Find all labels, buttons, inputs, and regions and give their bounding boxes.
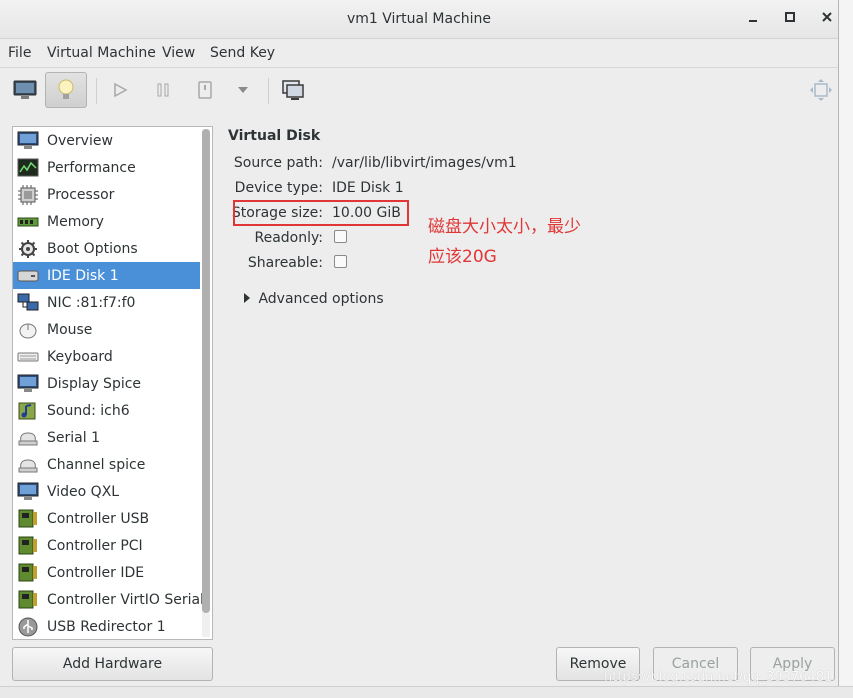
mouse-icon: [17, 319, 39, 341]
console-icon: [13, 80, 37, 99]
monitor-icon: [17, 130, 39, 152]
toolbar-separator: [96, 78, 97, 104]
details-lightbulb-icon: [58, 79, 74, 99]
shareable-label: Shareable:: [247, 255, 323, 271]
serial-icon: [17, 427, 39, 449]
readonly-label: Readonly:: [254, 230, 324, 246]
console-button[interactable]: [4, 72, 46, 108]
sidebar-item-channel-spice[interactable]: Channel spice: [13, 451, 200, 478]
device-type-value: IDE Disk 1: [332, 180, 404, 196]
hardware-list[interactable]: Overview Performance Processor Memory Bo…: [12, 126, 213, 640]
keyboard-icon: [17, 346, 39, 368]
sidebar-item-serial-1[interactable]: Serial 1: [13, 424, 200, 451]
sidebar-item-controller-ide[interactable]: Controller IDE: [13, 559, 200, 586]
toolbar-separator: [268, 78, 269, 104]
watermark: https://blog.csdn.net/qq_39376481: [604, 670, 833, 685]
sidebar-item-controller-pci[interactable]: Controller PCI: [13, 532, 200, 559]
sidebar-item-processor[interactable]: Processor: [13, 181, 200, 208]
annotation-line-1: 磁盘大小太小，最少: [428, 217, 581, 237]
performance-graph-icon: [17, 157, 39, 179]
sidebar-scrollbar[interactable]: [202, 129, 210, 613]
title-bar: vm1 Virtual Machine: [0, 0, 838, 39]
monitor-icon: [17, 373, 39, 395]
readonly-checkbox[interactable]: [334, 230, 347, 243]
source-path-value: /var/lib/libvirt/images/vm1: [332, 155, 517, 171]
sidebar-item-controller-virtio-serial[interactable]: Controller VirtIO Serial: [13, 586, 204, 613]
snapshots-button[interactable]: [272, 72, 314, 108]
controller-card-icon: [17, 535, 39, 557]
dropdown-icon: [238, 87, 248, 93]
annotation-line-2: 应该20G: [428, 247, 497, 267]
device-type-label: Device type:: [234, 180, 323, 196]
sidebar-item-ide-disk-1[interactable]: IDE Disk 1: [13, 262, 200, 289]
add-hardware-button[interactable]: Add Hardware: [12, 647, 213, 681]
toolbar: [0, 68, 838, 114]
controller-card-icon: [17, 589, 39, 611]
annotation-note: 磁盘大小太小，最少 应该20G: [428, 212, 628, 272]
monitor-icon: [17, 481, 39, 503]
sidebar-item-sound[interactable]: Sound: ich6: [13, 397, 200, 424]
minimize-icon[interactable]: [743, 9, 763, 29]
fullscreen-icon: [810, 79, 832, 101]
menu-file[interactable]: File: [8, 45, 31, 61]
sidebar-item-nic[interactable]: NIC :81:f7:f0: [13, 289, 200, 316]
run-icon: [114, 82, 128, 98]
sidebar-item-video-qxl[interactable]: Video QXL: [13, 478, 200, 505]
advanced-options-expander[interactable]: Advanced options: [244, 291, 384, 307]
shutdown-dropdown-button[interactable]: [222, 72, 264, 108]
maximize-icon[interactable]: [780, 9, 800, 29]
cpu-icon: [17, 184, 39, 206]
close-icon[interactable]: [817, 9, 837, 29]
sidebar-item-keyboard[interactable]: Keyboard: [13, 343, 200, 370]
sidebar-item-mouse[interactable]: Mouse: [13, 316, 200, 343]
sidebar-item-boot-options[interactable]: Boot Options: [13, 235, 200, 262]
fullscreen-button[interactable]: [800, 72, 842, 108]
sound-icon: [17, 400, 39, 422]
background-window-edge: [839, 0, 853, 697]
sidebar-item-overview[interactable]: Overview: [13, 127, 200, 154]
menu-virtual-machine[interactable]: Virtual Machine: [47, 45, 156, 61]
chevron-right-icon: [244, 291, 254, 307]
vm-details-window: vm1 Virtual Machine File Virtual Machine…: [0, 0, 839, 697]
disk-details-panel: Virtual Disk Source path: /var/lib/libvi…: [214, 118, 838, 646]
shutdown-button[interactable]: [184, 72, 226, 108]
run-button[interactable]: [99, 72, 141, 108]
usb-icon: [17, 616, 39, 638]
advanced-options-label: Advanced options: [258, 291, 384, 307]
menu-view[interactable]: View: [162, 45, 195, 61]
network-icon: [17, 292, 39, 314]
shareable-checkbox[interactable]: [334, 255, 347, 268]
sidebar-item-memory[interactable]: Memory: [13, 208, 200, 235]
sidebar-item-controller-usb[interactable]: Controller USB: [13, 505, 200, 532]
controller-card-icon: [17, 562, 39, 584]
section-title: Virtual Disk: [228, 128, 321, 144]
shutdown-icon: [198, 81, 212, 99]
snapshots-icon: [282, 80, 304, 100]
source-path-label: Source path:: [233, 155, 323, 171]
memory-icon: [17, 211, 39, 233]
background-terminal-edge: [0, 686, 853, 698]
storage-size-highlight-box: [233, 200, 409, 226]
menu-send-key[interactable]: Send Key: [210, 45, 275, 61]
details-button[interactable]: [45, 72, 87, 108]
pause-button[interactable]: [142, 72, 184, 108]
menu-bar: File Virtual Machine View Send Key: [0, 39, 838, 68]
sidebar-item-usb-redirector-1[interactable]: USB Redirector 1: [13, 613, 200, 639]
disk-icon: [17, 265, 39, 287]
window-title: vm1 Virtual Machine: [346, 11, 492, 27]
controller-card-icon: [17, 508, 39, 530]
channel-icon: [17, 454, 39, 476]
sidebar-item-performance[interactable]: Performance: [13, 154, 200, 181]
sidebar-item-display-spice[interactable]: Display Spice: [13, 370, 200, 397]
pause-icon: [157, 83, 169, 97]
gear-icon: [17, 238, 39, 260]
